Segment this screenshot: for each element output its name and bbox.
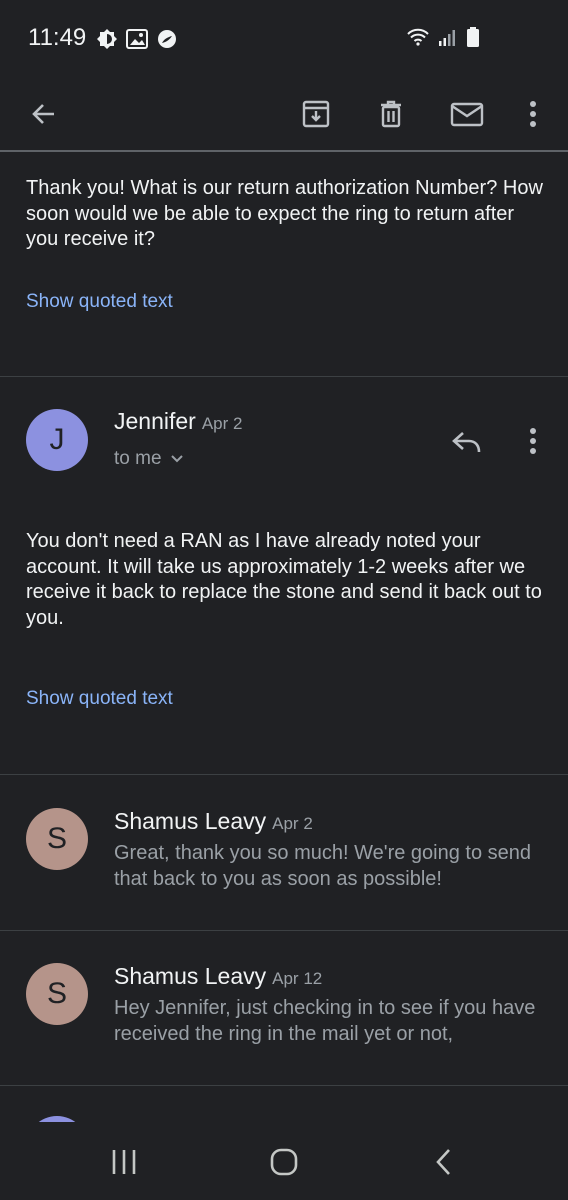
chevron-down-icon [170,448,184,470]
avatar-letter: J [49,423,65,456]
sender-row: Shamus Leavy Apr 2 [114,808,313,835]
message-divider [0,930,568,931]
battery-icon [466,26,480,53]
avatar-letter: S [46,822,67,855]
back-arrow-icon[interactable] [18,88,70,140]
message-date: Apr 2 [272,814,313,833]
status-right-icons [406,26,480,53]
archive-icon[interactable] [290,88,342,140]
avatar[interactable]: J [26,409,88,471]
delete-icon[interactable] [365,88,417,140]
system-nav-bar [0,1122,568,1200]
status-bar: 11:49 [0,0,568,76]
signal-icon [438,27,458,52]
avatar-letter: S [46,977,67,1010]
message-body: Thank you! What is our return authorizat… [26,177,543,250]
avatar[interactable]: S [26,808,88,870]
message-date: Apr 12 [272,969,323,988]
show-quoted-text-link[interactable]: Show quoted text [26,688,173,710]
message-date: Apr 2 [201,414,243,433]
recipient-label: to me [114,448,162,469]
sender-row: Shamus Leavy Apr 12 [114,963,322,990]
sender-row: Jennifer Apr 2 [114,408,242,435]
sender-name: Shamus Leavy [114,808,267,834]
app-notification-icon [156,28,178,55]
message-divider [0,376,568,377]
message-divider [0,774,568,775]
status-time: 11:49 [28,24,87,51]
recents-icon[interactable] [94,1140,154,1184]
reply-icon[interactable] [444,420,490,466]
wifi-icon [406,27,430,52]
message-snippet: Great, thank you so much! We're going to… [114,842,532,890]
brightness-icon [96,28,118,55]
mark-unread-icon[interactable] [441,88,493,140]
more-vert-icon[interactable] [507,88,559,140]
message-body: You don't need a RAN as I have already n… [26,530,542,629]
home-icon[interactable] [254,1140,314,1184]
show-quoted-text-link[interactable]: Show quoted text [26,291,173,313]
app-bar-divider [0,150,568,152]
status-left-icons [96,28,178,55]
app-bar [0,76,568,152]
image-icon [126,29,148,54]
recipient-details-toggle[interactable]: to me [114,448,184,470]
sender-name: Jennifer [114,408,196,434]
sender-name: Shamus Leavy [114,963,267,989]
message-divider [0,1085,568,1086]
message-snippet: Hey Jennifer, just checking in to see if… [114,997,536,1045]
avatar[interactable]: S [26,963,88,1025]
back-icon[interactable] [414,1140,474,1184]
message-more-icon[interactable] [520,424,546,458]
